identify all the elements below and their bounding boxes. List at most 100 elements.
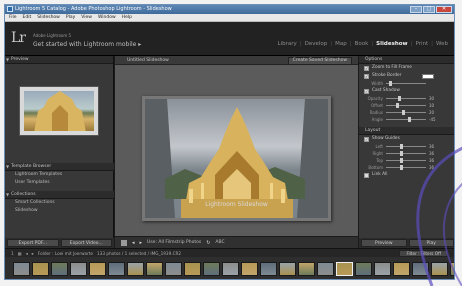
slider-track[interactable] [386,96,426,101]
menu-file[interactable]: File [9,14,17,21]
filmstrip-thumbnail[interactable] [127,262,144,276]
checkbox-icon[interactable]: ✓ [364,136,369,142]
module-develop[interactable]: Develop [305,41,328,47]
stop-icon[interactable] [121,239,127,246]
slider-track[interactable] [386,158,426,163]
play-button[interactable]: Play [408,239,454,247]
slider-value[interactable]: 20 [429,110,439,115]
slide-caption[interactable]: Lightroom Slideshow [145,201,328,208]
slider-knob[interactable] [400,144,403,149]
minimize-icon[interactable]: – [410,6,422,13]
layout-margin-slider[interactable]: Right 36 [359,150,454,157]
link-all-option[interactable]: Link All [359,171,454,179]
menu-play[interactable]: Play [66,14,75,21]
layout-margin-slider[interactable]: Bottom 36 [359,164,454,171]
play-icon[interactable]: ▸ [140,240,143,246]
filmstrip-thumbnail[interactable] [184,262,201,276]
checkbox-icon[interactable] [364,172,369,178]
filmstrip-thumbnail[interactable] [13,262,30,276]
shadow-slider[interactable]: Radius 20 [359,109,454,116]
module-print[interactable]: Print [415,41,428,47]
filmstrip-thumbnail[interactable] [431,262,448,276]
close-icon[interactable]: ✕ [436,6,452,13]
slider-value[interactable]: 36 [429,165,439,170]
filter-dropdown[interactable]: Filter : Filters Off [399,249,448,257]
back-icon[interactable]: ◂ [26,251,28,256]
shadow-slider[interactable]: Opacity 30 [359,95,454,102]
use-photos-dropdown[interactable]: Use: All Filmstrip Photos [147,240,201,245]
slider-value[interactable]: 36 [429,151,439,156]
module-library[interactable]: Library [278,41,297,47]
slider-knob[interactable] [408,117,411,122]
slider-knob[interactable] [402,110,405,115]
menu-slideshow[interactable]: Slideshow [37,14,60,21]
module-slideshow[interactable]: Slideshow [376,41,407,47]
filmstrip-thumbnail[interactable] [70,262,87,276]
forward-icon[interactable]: ▸ [32,251,34,256]
filmstrip-thumbnail[interactable] [222,262,239,276]
stroke-width-slider[interactable]: Width [359,80,454,87]
rotate-icon[interactable]: ↻ [206,240,210,246]
slide-canvas[interactable]: Lightroom Slideshow [142,96,331,221]
slider-knob[interactable] [400,165,403,170]
filmstrip-thumbnail[interactable] [241,262,258,276]
slider-track[interactable] [386,144,426,149]
menu-help[interactable]: Help [122,14,132,21]
create-saved-slideshow-button[interactable]: Create Saved Slideshow [287,57,352,65]
shadow-slider[interactable]: Offset 10 [359,102,454,109]
filmstrip-thumbnail[interactable] [317,262,334,276]
filmstrip-thumbnail[interactable] [165,262,182,276]
slider-track[interactable] [386,103,426,108]
cast-shadow-option[interactable]: ✓ Cast Shadow [359,87,454,95]
slider-knob[interactable] [400,158,403,163]
slider-knob[interactable] [400,151,403,156]
slider-value[interactable]: 10 [429,103,439,108]
module-map[interactable]: Map [335,41,347,47]
filmstrip-thumbnail[interactable] [89,262,106,276]
page-indicator[interactable]: 1 [11,251,14,256]
export-pdf-button[interactable]: Export PDF... [7,239,59,247]
export-video-button[interactable]: Export Video... [60,239,112,247]
mobile-promo-link[interactable]: Get started with Lightroom mobile ▸ [33,41,141,48]
filmstrip-thumbnail[interactable] [260,262,277,276]
filmstrip-thumbnail[interactable] [393,262,410,276]
layout-margin-slider[interactable]: Left 36 [359,143,454,150]
filmstrip-thumbnail[interactable] [336,262,353,276]
collection-item[interactable]: Slideshow [5,207,114,215]
template-folder[interactable]: User Templates [5,179,114,187]
collections-header[interactable]: ▼ Collections [5,191,114,199]
filmstrip-thumbnail[interactable] [450,262,454,276]
module-web[interactable]: Web [436,41,448,47]
stroke-color-swatch[interactable] [422,73,435,79]
slider-track[interactable] [386,151,426,156]
collection-item[interactable]: Smart Collections [5,199,114,207]
stroke-border-option[interactable]: ✓ Stroke Border [359,72,454,80]
preview-panel-header[interactable]: ▼ Preview [5,56,113,64]
maximize-icon[interactable]: □ [423,6,435,13]
layout-panel-header[interactable]: Layout [359,127,454,135]
slider-value[interactable]: 36 [429,144,439,149]
filmstrip-thumbnail[interactable] [146,262,163,276]
slider-value[interactable]: 30 [429,96,439,101]
filmstrip-thumbnail[interactable] [108,262,125,276]
previous-icon[interactable]: ◂ [132,240,135,246]
module-book[interactable]: Book [355,41,369,47]
slider-knob[interactable] [396,103,399,108]
zoom-to-fill-option[interactable]: ✓ Zoom to Fill Frame [359,64,454,72]
template-folder[interactable]: Lightroom Templates [5,171,114,179]
options-panel-header[interactable]: Options [359,56,454,64]
filmstrip-thumbnail[interactable] [203,262,220,276]
slider-track[interactable] [386,110,426,115]
filmstrip-thumbnail[interactable] [51,262,68,276]
template-browser-header[interactable]: ▼ Template Browser [5,163,114,171]
filmstrip-thumbnail[interactable] [298,262,315,276]
shadow-slider[interactable]: Angle -45 [359,116,454,123]
slider-knob[interactable] [398,96,401,101]
slider-track[interactable] [386,117,426,122]
menu-view[interactable]: View [81,14,92,21]
checkbox-icon[interactable]: ✓ [364,88,369,94]
filmstrip-thumbnail[interactable] [412,262,429,276]
layout-margin-slider[interactable]: Top 36 [359,157,454,164]
slider-track[interactable] [386,165,426,170]
preview-button[interactable]: Preview [361,239,407,247]
